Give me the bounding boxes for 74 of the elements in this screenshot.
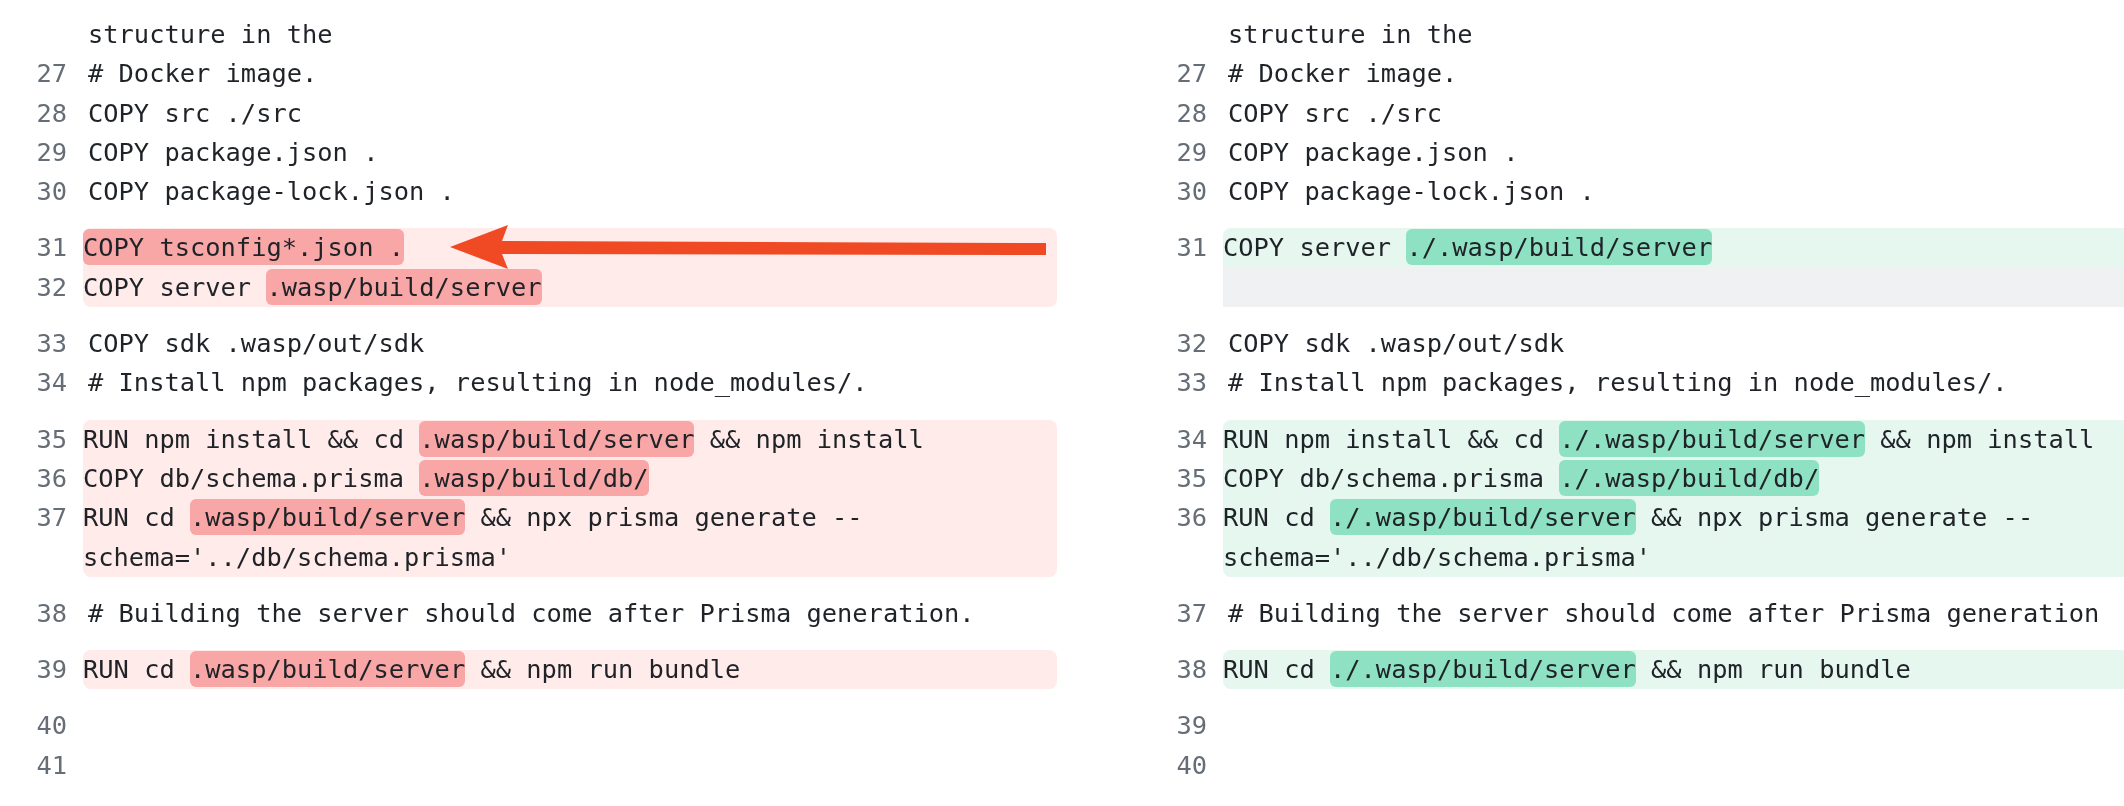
line-number: 34 (36, 367, 67, 398)
code-text: COPY sdk .wasp/out/sdk (88, 328, 425, 359)
code-text: && npm install (1879, 423, 2095, 454)
code-text: RUN cd (1223, 654, 1316, 685)
line-number: 33 (36, 328, 67, 359)
code-text: COPY package-lock.json . (1228, 176, 1595, 207)
line-number: 33 (1176, 367, 1207, 398)
code-text: COPY server (83, 271, 253, 302)
code-text: && npm run bundle (479, 654, 741, 685)
line-number: 30 (1176, 176, 1207, 207)
line-number: 30 (36, 176, 67, 207)
code-text: COPY db/schema.prisma (1223, 462, 1545, 493)
highlighted-code: ./.wasp/build/server (1330, 651, 1636, 688)
code-text: # Docker image. (88, 58, 318, 89)
code-text: RUN cd (83, 502, 176, 533)
code-text: && npm install (708, 423, 924, 454)
line-number: 31 (36, 232, 67, 263)
line-number: 39 (36, 654, 67, 685)
line-number: 28 (1176, 97, 1207, 128)
line-number: 35 (36, 423, 67, 454)
code-text: COPY src ./src (1228, 97, 1442, 128)
line-number: 39 (1176, 710, 1207, 741)
line-number: 27 (36, 58, 67, 89)
line-number: 40 (36, 710, 67, 741)
highlighted-code: .wasp/build/server (266, 268, 542, 305)
line-number: 37 (36, 502, 67, 533)
code-text: COPY package.json . (1228, 136, 1519, 167)
line-number: 38 (36, 597, 67, 628)
line-number: 32 (36, 271, 67, 302)
highlighted-code: .wasp/build/db/ (419, 459, 649, 496)
line-number: 36 (36, 462, 67, 493)
highlighted-code: .wasp/build/server (190, 651, 466, 688)
line-number: 34 (1176, 423, 1207, 454)
code-text: # Install npm packages, resulting in node_modules/. (88, 367, 868, 398)
code-text: # Install npm packages, resulting in node_modules/. (1228, 367, 2008, 398)
code-text: && npx prisma generate -- (479, 502, 863, 533)
line-number: 41 (36, 749, 67, 780)
line-number: 27 (1176, 58, 1207, 89)
highlighted-code: ./.wasp/build/server (1406, 229, 1713, 266)
line-number: 29 (36, 136, 67, 167)
line-number: 29 (1176, 136, 1207, 167)
code-text: RUN cd (83, 654, 176, 685)
code-text: schema='../db/schema.prisma' (83, 541, 512, 572)
code-text: && npx prisma generate -- (1650, 502, 2034, 533)
code-text: COPY server (1223, 232, 1393, 263)
line-number: 28 (36, 97, 67, 128)
code-text: structure in the (88, 19, 333, 49)
code-text: structure in the (1228, 19, 1473, 49)
code-text: schema='../db/schema.prisma' (1223, 541, 1652, 572)
code-text: COPY sdk .wasp/out/sdk (1228, 328, 1565, 359)
line-number: 35 (1176, 462, 1207, 493)
highlighted-code: ./.wasp/build/db/ (1559, 459, 1820, 496)
highlighted-code: .wasp/build/server (419, 420, 695, 457)
line-number: 36 (1176, 502, 1207, 533)
highlighted-code: .wasp/build/server (190, 499, 466, 536)
line-number: 38 (1176, 654, 1207, 685)
line-number: 32 (1176, 328, 1207, 359)
code-text: # Docker image. (1228, 58, 1458, 89)
highlighted-code: ./.wasp/build/server (1330, 499, 1636, 536)
code-text: COPY package.json . (88, 136, 379, 167)
code-text: COPY db/schema.prisma (83, 462, 405, 493)
code-text: # Building the server should come after Prisma generation (1228, 597, 2100, 628)
line-number: 40 (1176, 749, 1207, 780)
highlighted-code: ./.wasp/build/server (1559, 420, 1866, 457)
code-text: RUN npm install && cd (83, 423, 405, 454)
line-number: 31 (1176, 232, 1207, 263)
code-text: && npm run bundle (1650, 654, 1911, 685)
code-text: COPY package-lock.json . (88, 176, 455, 207)
code-text: # Building the server should come after Prisma generation. (88, 597, 975, 628)
line-number: 37 (1176, 597, 1207, 628)
highlighted-code: COPY tsconfig*.json . (83, 229, 404, 266)
code-text: COPY src ./src (88, 97, 302, 128)
code-text: RUN npm install && cd (1223, 423, 1545, 454)
code-text: RUN cd (1223, 502, 1316, 533)
